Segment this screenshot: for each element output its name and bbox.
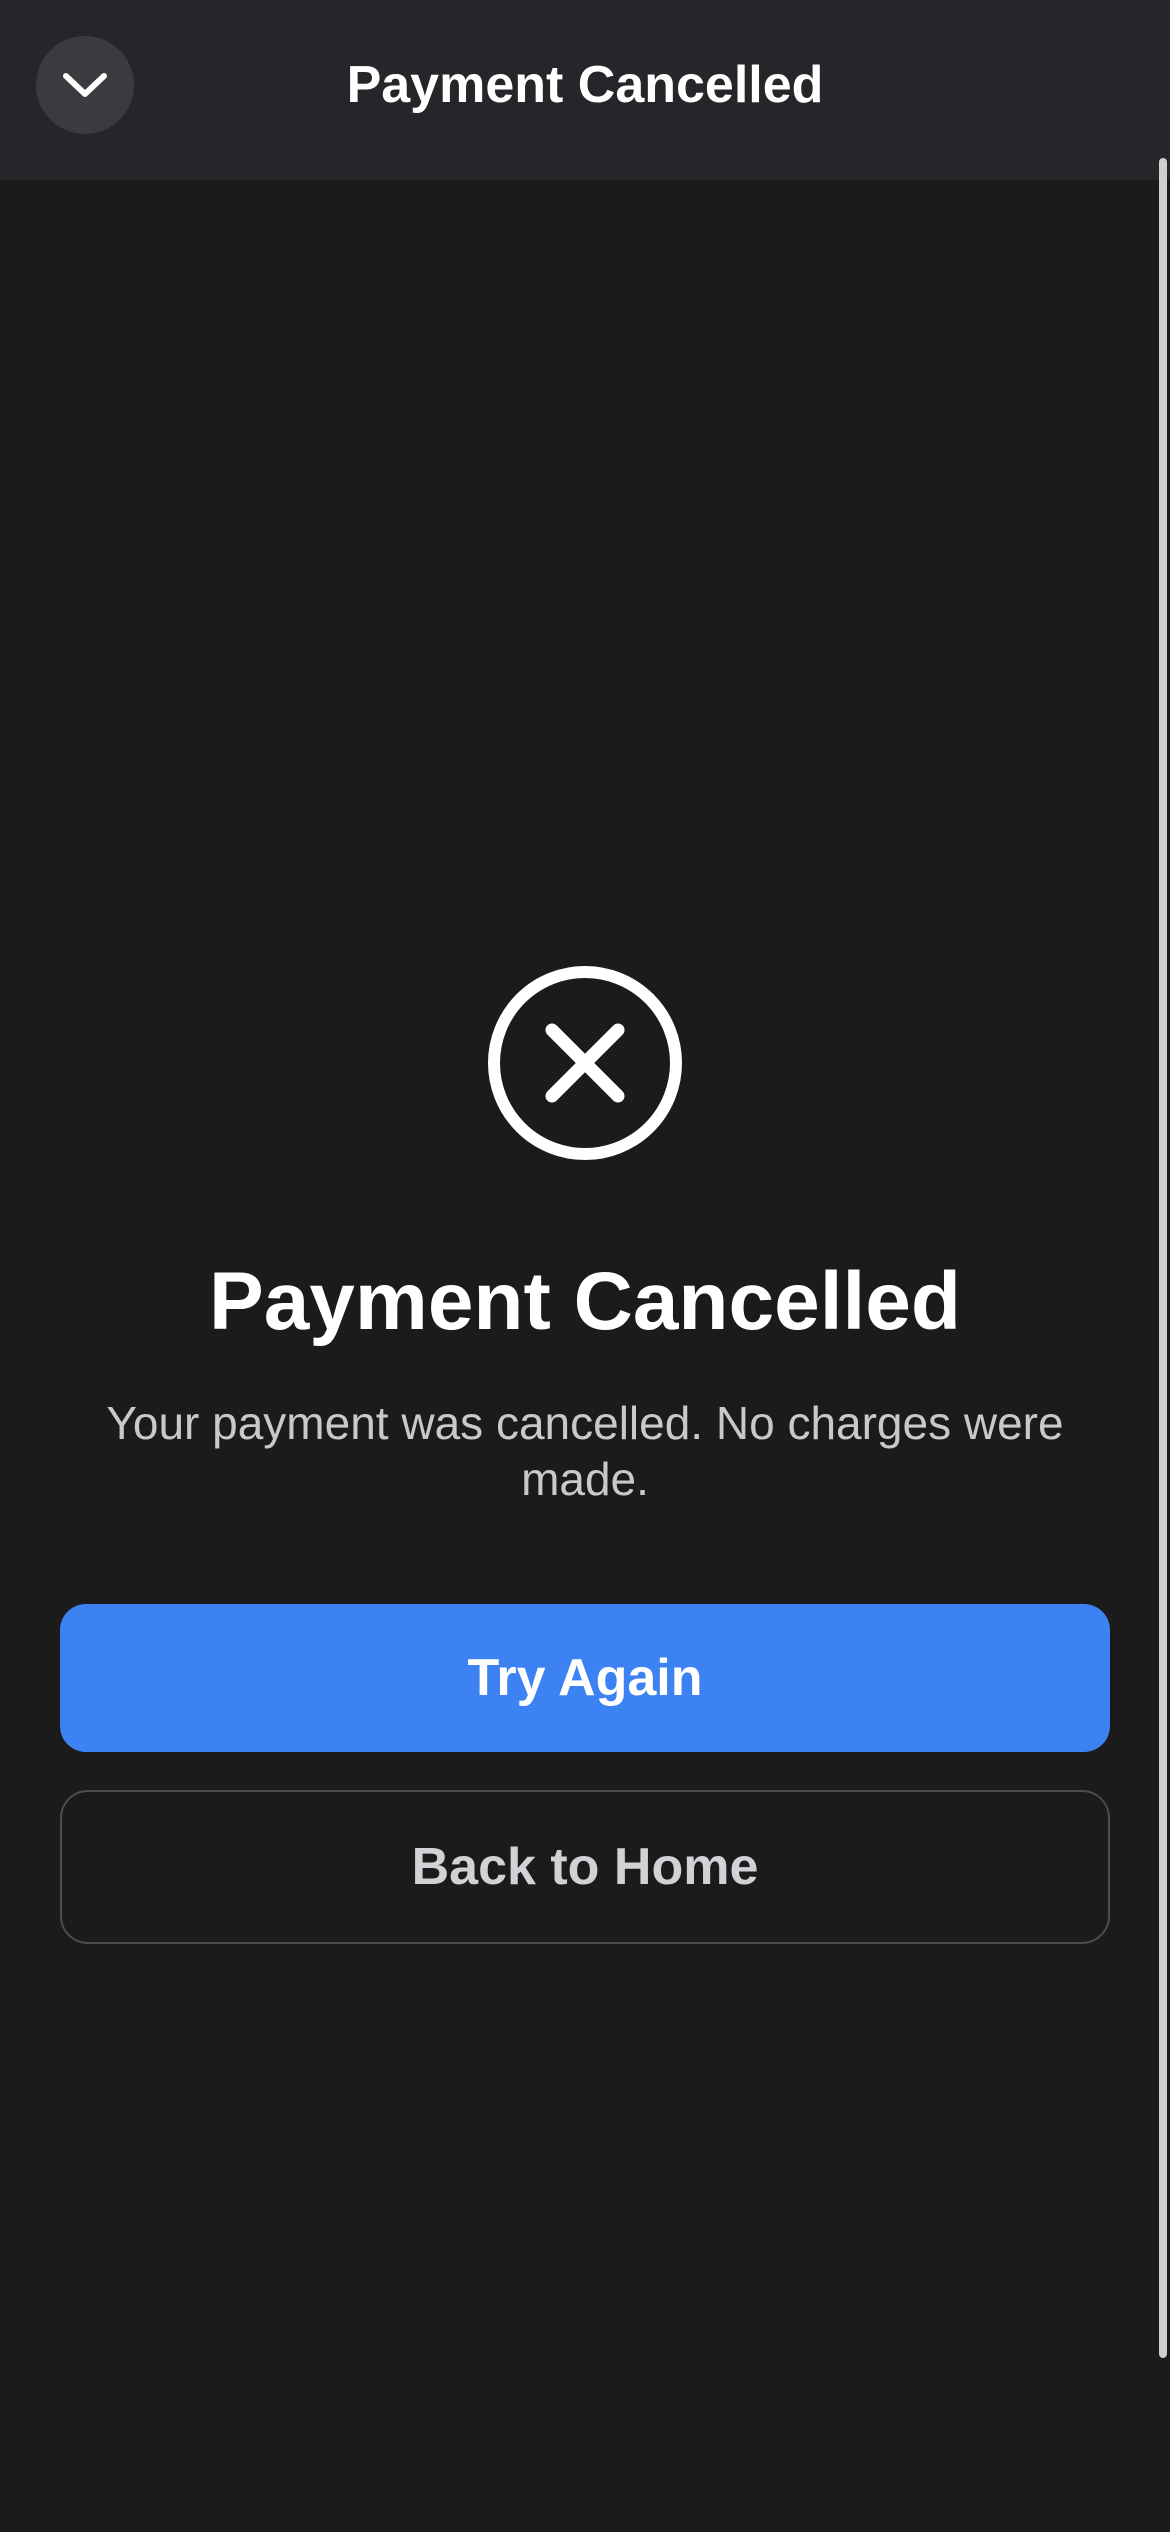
back-to-home-button[interactable]: Back to Home bbox=[60, 1790, 1110, 1944]
x-circle-icon bbox=[488, 966, 682, 1160]
top-bar: Payment Cancelled bbox=[0, 0, 1170, 180]
status-message: Your payment was cancelled. No charges w… bbox=[106, 1397, 1064, 1505]
try-again-button[interactable]: Try Again bbox=[60, 1604, 1110, 1752]
status-title: Payment Cancelled bbox=[209, 1256, 961, 1347]
header-title: Payment Cancelled bbox=[346, 56, 824, 114]
collapse-button[interactable] bbox=[36, 36, 134, 134]
chevron-down-icon bbox=[63, 73, 107, 97]
